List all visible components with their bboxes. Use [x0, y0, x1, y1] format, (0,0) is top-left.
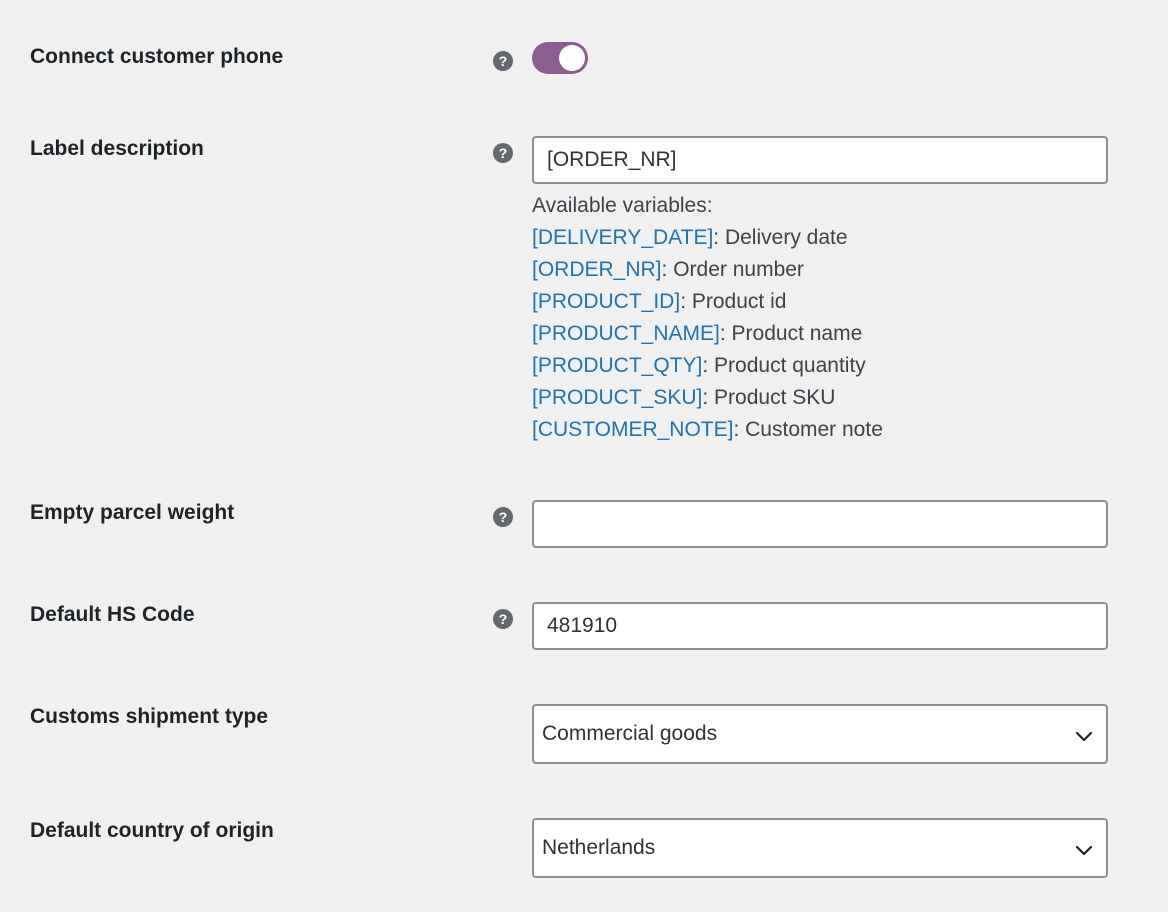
empty-parcel-weight-label: Empty parcel weight: [30, 501, 235, 524]
variable-item: [PRODUCT_NAME]: Product name: [532, 318, 1132, 350]
variable-item: [CUSTOMER_NOTE]: Customer note: [532, 414, 1132, 446]
help-icon[interactable]: ?: [493, 609, 513, 629]
variable-code-link[interactable]: [PRODUCT_QTY]: [532, 354, 702, 377]
toggle-knob: [559, 45, 585, 71]
customs-shipment-type-label: Customs shipment type: [30, 705, 269, 728]
help-icon[interactable]: ?: [493, 143, 513, 163]
help-icon[interactable]: ?: [493, 507, 513, 527]
variable-description: : Order number: [661, 258, 804, 281]
label-description-label: Label description: [30, 137, 204, 160]
variables-heading: Available variables:: [532, 194, 713, 217]
variables-description: Available variables: [DELIVERY_DATE]: De…: [532, 190, 1132, 446]
variable-description: : Product SKU: [702, 386, 836, 409]
variable-code-link[interactable]: [DELIVERY_DATE]: [532, 226, 713, 249]
default-country-of-origin-label: Default country of origin: [30, 819, 274, 842]
variable-description: : Product quantity: [702, 354, 866, 377]
variable-item: [PRODUCT_SKU]: Product SKU: [532, 382, 1132, 414]
variable-item: [DELIVERY_DATE]: Delivery date: [532, 222, 1132, 254]
variable-item: [PRODUCT_ID]: Product id: [532, 286, 1132, 318]
default-hs-code-label: Default HS Code: [30, 603, 195, 626]
variables-list: [DELIVERY_DATE]: Delivery date [ORDER_NR]…: [532, 222, 1132, 446]
customs-shipment-type-value: Commercial goods: [542, 722, 718, 745]
default-hs-code-input[interactable]: [532, 602, 1108, 650]
chevron-down-icon: [1075, 731, 1093, 742]
variable-item: [ORDER_NR]: Order number: [532, 254, 1132, 286]
default-country-of-origin-value: Netherlands: [542, 836, 656, 859]
default-country-of-origin-select[interactable]: Netherlands: [532, 818, 1108, 878]
connect-phone-toggle[interactable]: [532, 42, 588, 74]
variable-code-link[interactable]: [PRODUCT_SKU]: [532, 386, 702, 409]
variable-code-link[interactable]: [ORDER_NR]: [532, 258, 662, 281]
variable-description: : Product id: [680, 290, 787, 313]
variable-code-link[interactable]: [CUSTOMER_NOTE]: [532, 418, 733, 441]
variable-description: : Delivery date: [713, 226, 848, 249]
variable-code-link[interactable]: [PRODUCT_ID]: [532, 290, 680, 313]
chevron-down-icon: [1075, 845, 1093, 856]
variable-item: [PRODUCT_QTY]: Product quantity: [532, 350, 1132, 382]
variable-description: : Customer note: [733, 418, 883, 441]
connect-phone-label: Connect customer phone: [30, 45, 284, 68]
empty-parcel-weight-input[interactable]: [532, 500, 1108, 548]
customs-shipment-type-select[interactable]: Commercial goods: [532, 704, 1108, 764]
label-description-input[interactable]: [532, 136, 1108, 184]
variable-description: : Product name: [719, 322, 863, 345]
variable-code-link[interactable]: [PRODUCT_NAME]: [532, 322, 720, 345]
help-icon[interactable]: ?: [493, 51, 513, 71]
